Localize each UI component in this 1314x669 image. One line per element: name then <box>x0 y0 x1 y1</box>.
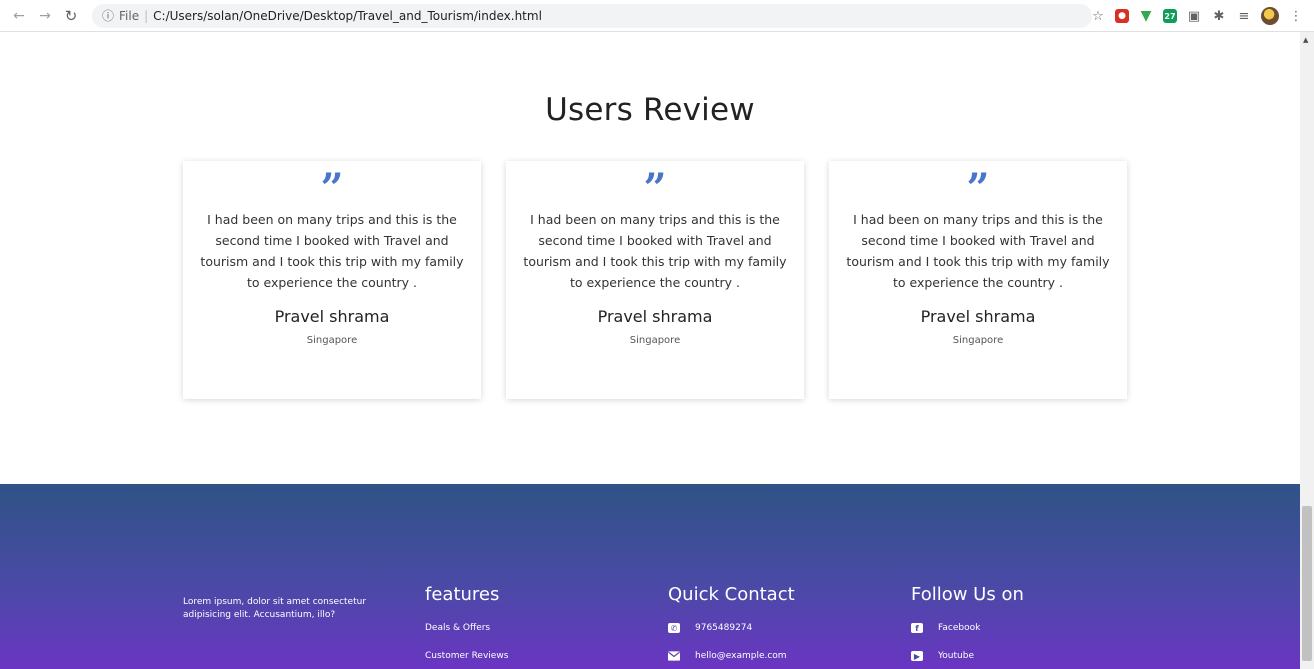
protocol-label: File <box>119 8 140 23</box>
reviewer-name: Pravel shrama <box>597 307 713 326</box>
social-heading: Follow Us on <box>911 584 1024 605</box>
review-text: I had been on many trips and this is the… <box>846 212 1110 290</box>
footer-features-column: features Deals & Offers Customer Reviews <box>425 584 508 669</box>
reviewer-location: Singapore <box>306 335 358 346</box>
email-address: hello@example.com <box>695 651 787 661</box>
reviewer-name: Pravel shrama <box>274 307 390 326</box>
contact-email[interactable]: hello@example.com <box>668 651 795 669</box>
reviews-title: Users Review <box>545 92 755 128</box>
social-link-facebook[interactable]: f Facebook <box>911 623 1024 651</box>
footer-link-deals[interactable]: Deals & Offers <box>425 623 508 651</box>
reload-icon[interactable]: ↻ <box>60 5 82 27</box>
footer-about-text: Lorem ipsum, dolor sit amet consectetur … <box>183 597 367 620</box>
review-text: I had been on many trips and this is the… <box>523 212 787 290</box>
quote-icon: ” <box>966 165 990 212</box>
social-label: Facebook <box>938 623 981 633</box>
reading-list-icon[interactable]: ≡ <box>1236 8 1252 24</box>
features-heading: features <box>425 584 500 605</box>
avatar[interactable] <box>1261 7 1279 25</box>
review-card: ” I had been on many trips and this is t… <box>506 161 804 399</box>
footer-social-column: Follow Us on f Facebook ▶ Youtube <box>911 584 1024 669</box>
toolbar-icons: ☆ ● ▼ 27 ▣ ✱ ≡ ⋮ <box>1090 0 1304 32</box>
review-card: ” I had been on many trips and this is t… <box>829 161 1127 399</box>
footer-contact-column: Quick Contact ✆ 9765489274 hello@example… <box>668 584 795 669</box>
extension-shield-icon[interactable]: ▼ <box>1138 8 1154 24</box>
reviewer-location: Singapore <box>952 335 1004 346</box>
footer-link-reviews[interactable]: Customer Reviews <box>425 651 508 669</box>
reviewer-location: Singapore <box>629 335 681 346</box>
contact-phone[interactable]: ✆ 9765489274 <box>668 623 795 651</box>
extension-record-icon[interactable]: ● <box>1115 9 1129 23</box>
phone-icon: ✆ <box>668 623 680 633</box>
camera-icon[interactable]: ▣ <box>1186 8 1202 24</box>
page-scrollbar[interactable]: ▲ <box>1300 32 1314 669</box>
review-text: I had been on many trips and this is the… <box>200 212 464 290</box>
phone-number: 9765489274 <box>695 623 753 633</box>
scroll-up-arrow-icon[interactable]: ▲ <box>1303 36 1308 44</box>
social-link-youtube[interactable]: ▶ Youtube <box>911 651 1024 669</box>
extension-calendar-icon[interactable]: 27 <box>1163 9 1177 23</box>
envelope-icon <box>668 651 680 661</box>
address-bar[interactable]: ⓘ File | C:/Users/solan/OneDrive/Desktop… <box>92 3 1092 28</box>
back-arrow-icon[interactable]: ← <box>8 5 30 27</box>
youtube-icon: ▶ <box>911 651 923 661</box>
review-card: ” I had been on many trips and this is t… <box>183 161 481 399</box>
scroll-thumb[interactable] <box>1302 506 1312 661</box>
forward-arrow-icon[interactable]: → <box>34 5 56 27</box>
browser-toolbar: ← → ↻ ⓘ File | C:/Users/solan/OneDrive/D… <box>0 0 1314 32</box>
puzzle-icon[interactable]: ✱ <box>1211 8 1227 24</box>
contact-heading: Quick Contact <box>668 584 795 605</box>
info-icon[interactable]: ⓘ <box>102 7 114 24</box>
address-separator: | <box>144 8 149 23</box>
quote-icon: ” <box>643 165 667 212</box>
facebook-icon: f <box>911 623 923 633</box>
menu-dots-icon[interactable]: ⋮ <box>1288 8 1304 24</box>
url-text[interactable]: C:/Users/solan/OneDrive/Desktop/Travel_a… <box>153 9 542 23</box>
reviewer-name: Pravel shrama <box>920 307 1036 326</box>
social-label: Youtube <box>938 651 974 661</box>
site-footer: Lorem ipsum, dolor sit amet consectetur … <box>0 484 1300 669</box>
star-icon[interactable]: ☆ <box>1090 8 1106 24</box>
quote-icon: ” <box>320 165 344 212</box>
